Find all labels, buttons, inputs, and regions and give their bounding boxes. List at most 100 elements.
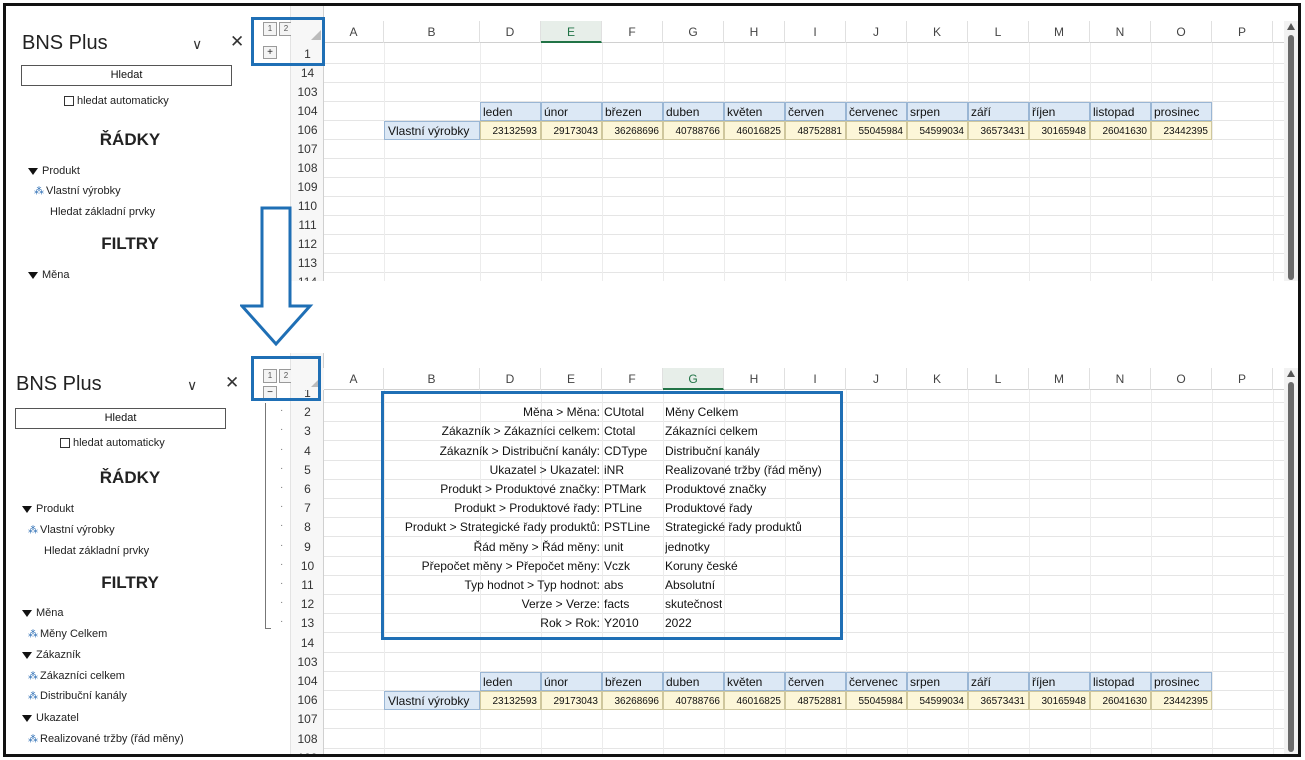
- month-header-cell[interactable]: listopad: [1090, 102, 1151, 121]
- row-header[interactable]: 3: [291, 422, 324, 441]
- month-header-cell[interactable]: červen: [785, 102, 846, 121]
- column-header[interactable]: N: [1090, 21, 1151, 43]
- row-header[interactable]: 108: [291, 730, 324, 749]
- value-cell[interactable]: 29173043: [541, 691, 602, 710]
- chevron-down-icon[interactable]: ∨: [192, 36, 202, 53]
- month-header-cell[interactable]: srpen: [907, 672, 968, 691]
- row-header[interactable]: 104: [291, 102, 324, 121]
- month-header-cell[interactable]: květen: [724, 102, 785, 121]
- month-header-cell[interactable]: srpen: [907, 102, 968, 121]
- value-cell[interactable]: 40788766: [663, 691, 724, 710]
- column-header[interactable]: G: [663, 21, 724, 43]
- dim-meny-celkem[interactable]: ⁂ Měny Celkem: [28, 628, 107, 640]
- row-header[interactable]: 11: [291, 576, 324, 595]
- row-header[interactable]: 6: [291, 480, 324, 499]
- group-produkt[interactable]: Produkt: [22, 503, 74, 515]
- value-cell[interactable]: 55045984: [846, 121, 907, 140]
- column-header[interactable]: L: [968, 21, 1029, 43]
- column-header[interactable]: M: [1029, 368, 1090, 390]
- month-header-cell[interactable]: duben: [663, 102, 724, 121]
- column-header[interactable]: G: [663, 368, 724, 390]
- row-header[interactable]: 8: [291, 518, 324, 537]
- month-header-cell[interactable]: březen: [602, 102, 663, 121]
- month-header-cell[interactable]: prosinec: [1151, 672, 1212, 691]
- column-header[interactable]: L: [968, 368, 1029, 390]
- column-header[interactable]: J: [846, 21, 907, 43]
- value-cell[interactable]: 46016825: [724, 691, 785, 710]
- month-header-cell[interactable]: září: [968, 102, 1029, 121]
- row-header[interactable]: 4: [291, 442, 324, 461]
- close-icon[interactable]: ✕: [230, 32, 244, 52]
- vertical-scrollbar[interactable]: [1284, 368, 1298, 754]
- row-header[interactable]: 14: [291, 634, 324, 653]
- month-header-cell[interactable]: červen: [785, 672, 846, 691]
- dim-vlastni-vyrobky[interactable]: ⁂ Vlastní výrobky: [34, 185, 121, 197]
- row-header[interactable]: 2: [291, 403, 324, 422]
- value-cell[interactable]: 46016825: [724, 121, 785, 140]
- value-cell[interactable]: 30165948: [1029, 691, 1090, 710]
- row-header[interactable]: 7: [291, 499, 324, 518]
- column-header[interactable]: O: [1151, 368, 1212, 390]
- checkbox-icon[interactable]: [60, 438, 70, 448]
- month-header-cell[interactable]: leden: [480, 102, 541, 121]
- month-header-cell[interactable]: únor: [541, 672, 602, 691]
- month-header-cell[interactable]: červenec: [846, 672, 907, 691]
- column-header[interactable]: H: [724, 21, 785, 43]
- row-label-cell[interactable]: Vlastní výrobky: [384, 691, 480, 710]
- scrollbar-thumb[interactable]: [1288, 382, 1294, 752]
- row-header[interactable]: 13: [291, 614, 324, 633]
- value-cell[interactable]: 40788766: [663, 121, 724, 140]
- month-header-cell[interactable]: leden: [480, 672, 541, 691]
- column-header[interactable]: E: [541, 21, 602, 43]
- value-cell[interactable]: 30165948: [1029, 121, 1090, 140]
- column-header[interactable]: I: [785, 368, 846, 390]
- row-header[interactable]: 14: [291, 64, 324, 83]
- row-header[interactable]: 103: [291, 83, 324, 102]
- search-button[interactable]: Hledat: [15, 408, 226, 429]
- close-icon[interactable]: ✕: [225, 373, 239, 393]
- month-header-cell[interactable]: červenec: [846, 102, 907, 121]
- column-header[interactable]: O: [1151, 21, 1212, 43]
- value-cell[interactable]: 36573431: [968, 691, 1029, 710]
- value-cell[interactable]: 23442395: [1151, 691, 1212, 710]
- month-header-cell[interactable]: listopad: [1090, 672, 1151, 691]
- dim-distribucni-kanaly[interactable]: ⁂ Distribuční kanály: [28, 690, 127, 702]
- column-header[interactable]: N: [1090, 368, 1151, 390]
- group-mena[interactable]: Měna: [28, 269, 70, 281]
- month-header-cell[interactable]: říjen: [1029, 102, 1090, 121]
- chevron-down-icon[interactable]: ∨: [187, 377, 197, 394]
- column-header[interactable]: B: [384, 368, 480, 390]
- column-header[interactable]: M: [1029, 21, 1090, 43]
- row-header[interactable]: 5: [291, 461, 324, 480]
- row-header[interactable]: 106: [291, 691, 324, 710]
- scroll-up-arrow-icon[interactable]: [1287, 23, 1295, 30]
- row-header[interactable]: 107: [291, 710, 324, 729]
- column-header[interactable]: P: [1212, 21, 1273, 43]
- group-ukazatel[interactable]: Ukazatel: [22, 712, 79, 724]
- dim-zakaznici-celkem[interactable]: ⁂ Zákazníci celkem: [28, 670, 125, 682]
- column-header[interactable]: K: [907, 21, 968, 43]
- group-produkt[interactable]: Produkt: [28, 165, 80, 177]
- column-header[interactable]: J: [846, 368, 907, 390]
- value-cell[interactable]: 26041630: [1090, 121, 1151, 140]
- month-header-cell[interactable]: květen: [724, 672, 785, 691]
- value-cell[interactable]: 23132593: [480, 121, 541, 140]
- value-cell[interactable]: 55045984: [846, 691, 907, 710]
- row-header[interactable]: 109: [291, 749, 324, 754]
- row-header[interactable]: 109: [291, 178, 324, 197]
- value-cell[interactable]: 36268696: [602, 121, 663, 140]
- row-header[interactable]: 104: [291, 672, 324, 691]
- group-mena[interactable]: Měna: [22, 607, 64, 619]
- month-header-cell[interactable]: prosinec: [1151, 102, 1212, 121]
- value-cell[interactable]: 48752881: [785, 121, 846, 140]
- group-zakaznik[interactable]: Zákazník: [22, 649, 81, 661]
- column-header[interactable]: I: [785, 21, 846, 43]
- row-label-cell[interactable]: Vlastní výrobky: [384, 121, 480, 140]
- value-cell[interactable]: 23132593: [480, 691, 541, 710]
- row-header[interactable]: 107: [291, 140, 324, 159]
- value-cell[interactable]: 36268696: [602, 691, 663, 710]
- row-header[interactable]: 10: [291, 557, 324, 576]
- search-button[interactable]: Hledat: [21, 65, 232, 86]
- column-header[interactable]: A: [324, 368, 384, 390]
- column-header[interactable]: F: [602, 21, 663, 43]
